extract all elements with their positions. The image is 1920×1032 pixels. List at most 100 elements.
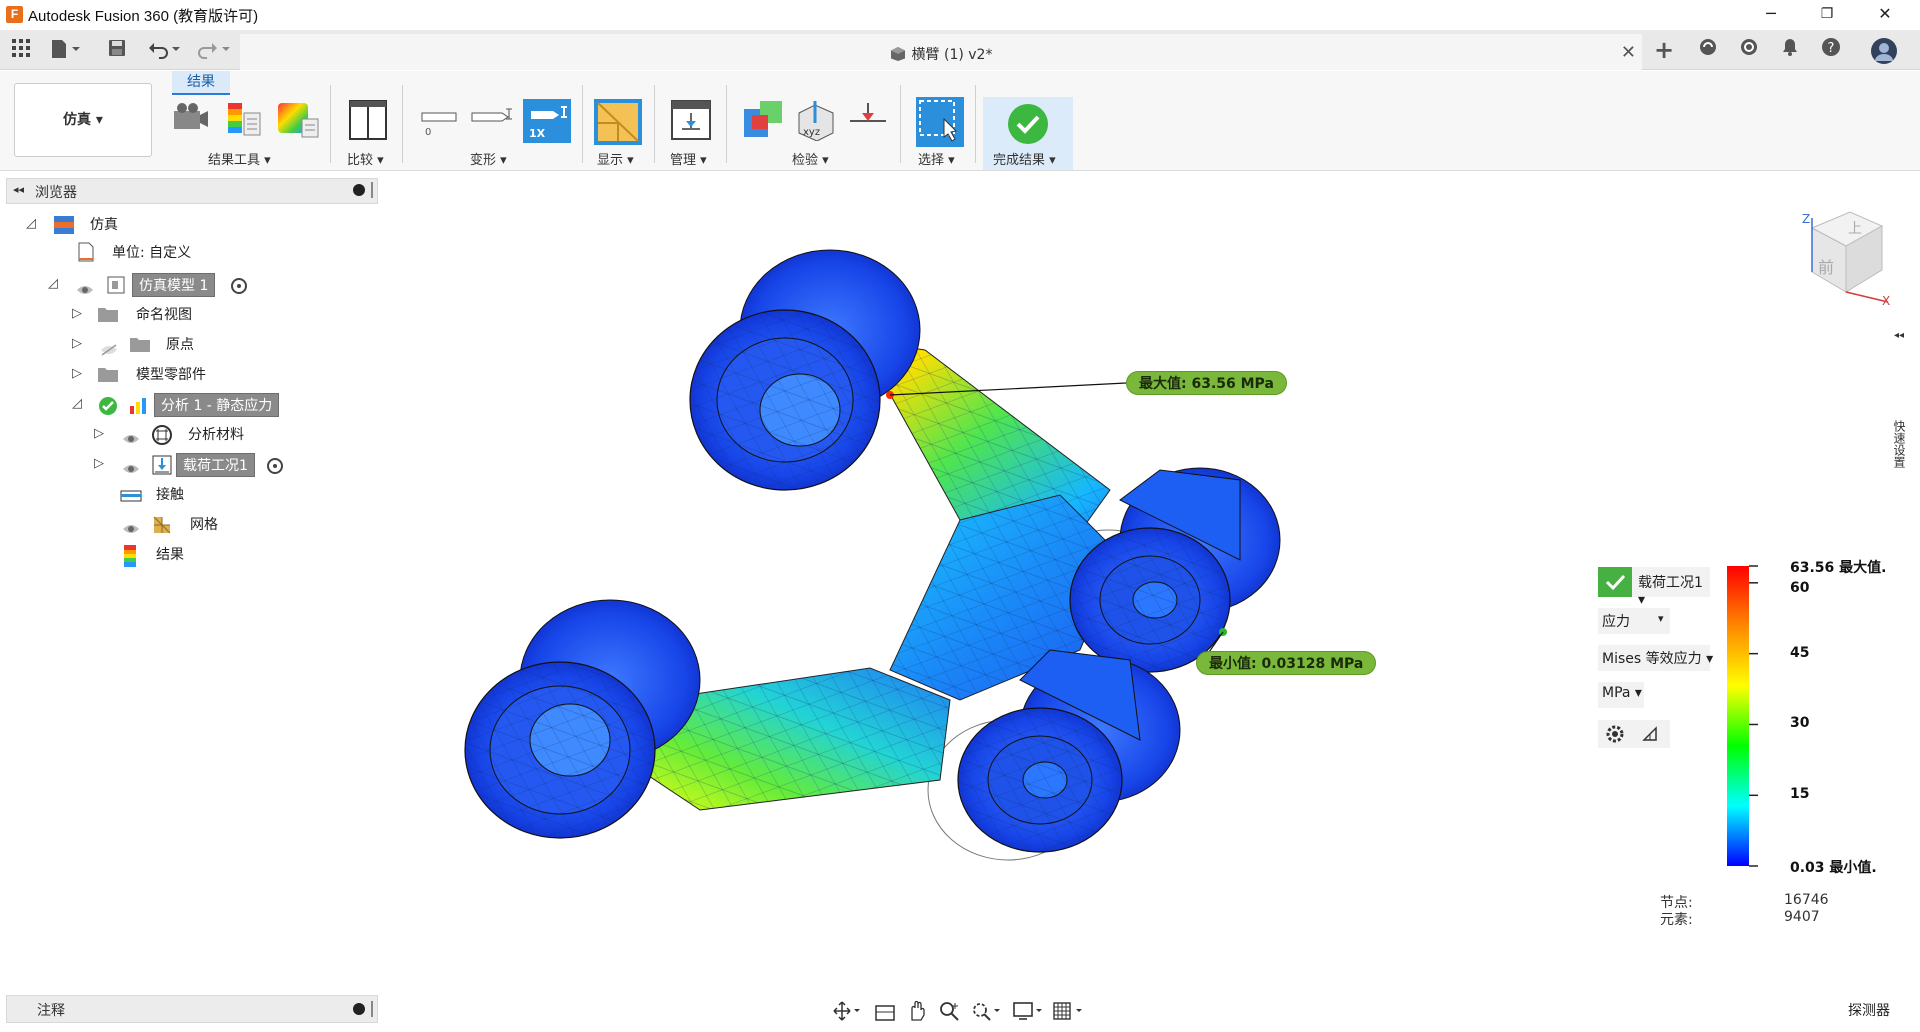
probe-icon[interactable]	[848, 99, 888, 141]
comments-resize-handle[interactable]	[371, 1001, 373, 1017]
result-tools-group[interactable]: 结果工具 ▾	[208, 149, 271, 168]
display-settings-nav-icon[interactable]	[1012, 1000, 1046, 1022]
fit-window-icon[interactable]	[970, 1000, 1004, 1022]
activate-radio-icon[interactable]	[267, 458, 283, 474]
collapse-left-icon[interactable]: ◂◂	[13, 183, 24, 196]
tree-item-mesh[interactable]: 网格	[190, 513, 218, 537]
job-status-icon[interactable]	[1735, 37, 1763, 63]
minimize-button[interactable]: ─	[1748, 0, 1794, 30]
tree-item-simulation-model[interactable]: 仿真模型 1	[132, 273, 216, 297]
tree-item-study-materials[interactable]: 分析材料	[188, 423, 244, 447]
browser-resize-handle[interactable]	[371, 182, 373, 198]
undo-icon[interactable]	[148, 39, 184, 61]
material-icon	[152, 425, 172, 445]
orbit-icon[interactable]	[832, 1000, 862, 1022]
tree-expand-arrow[interactable]: ▷	[72, 366, 82, 381]
result-surface-icon[interactable]	[276, 99, 319, 141]
compare-icon[interactable]	[348, 99, 388, 141]
comments-panel-header[interactable]: 注释	[6, 995, 378, 1023]
inspect-group[interactable]: 检验 ▾	[792, 149, 829, 168]
compare-group[interactable]: 比较 ▾	[347, 149, 384, 168]
visibility-eye-icon[interactable]	[122, 460, 140, 473]
hidden-eye-icon[interactable]	[100, 341, 118, 356]
restore-button[interactable]: ❐	[1804, 0, 1850, 30]
tree-item-units[interactable]: 单位: 自定义	[112, 241, 191, 265]
notifications-bell-icon[interactable]	[1776, 37, 1804, 63]
tree-expand-arrow[interactable]: ◿	[48, 276, 58, 291]
select-button[interactable]	[916, 97, 964, 147]
expand-panel-icon[interactable]: ◂◂	[1894, 330, 1904, 341]
comments-toggle-icon[interactable]	[353, 1003, 365, 1015]
result-details-icon[interactable]	[224, 99, 264, 141]
new-tab-button[interactable]: +	[1650, 37, 1678, 63]
finish-results-button[interactable]: 完成结果 ▾	[983, 97, 1073, 170]
close-tab-button[interactable]: ✕	[1621, 42, 1636, 63]
stress-component-dropdown[interactable]: Mises 等效应力 ▾	[1598, 645, 1713, 671]
help-icon[interactable]: ?	[1817, 37, 1845, 63]
units-document-icon	[76, 242, 96, 262]
tree-item-simulation[interactable]: 仿真	[90, 213, 118, 237]
tree-item-model-components[interactable]: 模型零部件	[136, 363, 206, 387]
tree-expand-arrow[interactable]: ▷	[94, 456, 104, 471]
toolbar-separator	[402, 85, 403, 163]
grid-snaps-icon[interactable]	[1052, 1000, 1086, 1022]
pan-hand-icon[interactable]	[906, 1000, 928, 1022]
display-settings-icon[interactable]	[742, 99, 782, 141]
actual-deform-button[interactable]: 1X	[523, 99, 571, 143]
file-menu-icon[interactable]	[50, 39, 82, 61]
deform-group[interactable]: 变形 ▾	[470, 149, 507, 168]
browser-panel-header[interactable]: ◂◂ 浏览器	[6, 178, 378, 204]
tree-item-load-case[interactable]: 载荷工况1	[176, 453, 255, 477]
display-button[interactable]	[594, 99, 642, 145]
zoom-icon[interactable]	[938, 1000, 960, 1022]
visibility-eye-icon[interactable]	[76, 281, 94, 294]
animate-camera-icon[interactable]	[170, 99, 210, 141]
tree-item-named-views[interactable]: 命名视图	[136, 303, 192, 327]
manage-group[interactable]: 管理 ▾	[670, 149, 707, 168]
undeformed-icon[interactable]: 0	[420, 99, 460, 141]
finish-results-label: 完成结果 ▾	[993, 153, 1056, 168]
tree-item-contacts[interactable]: 接触	[156, 483, 184, 507]
viewcube-front-face[interactable]: 前	[1818, 254, 1834, 278]
close-window-button[interactable]: ✕	[1862, 0, 1908, 30]
visibility-eye-icon[interactable]	[122, 430, 140, 443]
tree-item-study[interactable]: 分析 1 - 静态应力	[154, 393, 280, 417]
folder-icon	[130, 336, 150, 354]
quick-settings-tab[interactable]: 快速设置	[1886, 420, 1908, 500]
deformed-icon[interactable]	[470, 99, 512, 141]
max-value-callout[interactable]: 最大值: 63.56 MPa	[1126, 371, 1287, 395]
load-case-selector[interactable]: 载荷工况1 ▾	[1598, 567, 1710, 608]
tree-expand-arrow[interactable]: ▷	[72, 306, 82, 321]
extensions-icon[interactable]	[1694, 37, 1722, 63]
units-dropdown[interactable]: MPa ▾	[1598, 682, 1644, 708]
app-grid-icon[interactable]	[12, 39, 30, 61]
activate-radio-icon[interactable]	[231, 278, 247, 294]
document-tab[interactable]: 横臂 (1) v2* ✕	[240, 34, 1642, 70]
tree-item-results[interactable]: 结果	[156, 543, 184, 567]
min-value-callout[interactable]: 最小值: 0.03128 MPa	[1196, 651, 1377, 675]
legend-resize-icon[interactable]	[1640, 724, 1660, 744]
browser-minimize-icon[interactable]	[353, 184, 365, 196]
visibility-eye-icon[interactable]	[122, 520, 140, 533]
user-avatar[interactable]	[1870, 37, 1898, 64]
tab-results[interactable]: 结果	[172, 71, 230, 95]
tree-expand-arrow[interactable]: ◿	[72, 396, 82, 411]
tree-expand-arrow[interactable]: ◿	[26, 216, 36, 231]
look-at-icon[interactable]	[874, 1000, 896, 1022]
viewcube-top-face[interactable]: 上	[1848, 218, 1862, 238]
display-group[interactable]: 显示 ▾	[597, 149, 634, 168]
inspect-icon[interactable]: xyz	[795, 99, 835, 142]
viewcube[interactable]: Z X 前 上	[1790, 206, 1890, 310]
tree-item-origin[interactable]: 原点	[166, 333, 194, 357]
tree-expand-arrow[interactable]: ▷	[72, 336, 82, 351]
gear-icon[interactable]	[1604, 724, 1626, 744]
redo-icon[interactable]	[198, 39, 234, 61]
window-titlebar: F Autodesk Fusion 360 (教育版许可) ─ ❐ ✕	[0, 0, 1920, 30]
result-type-dropdown[interactable]: 应力 ▾	[1598, 608, 1670, 634]
inspector-label[interactable]: 探测器	[1848, 1000, 1890, 1020]
save-icon[interactable]	[108, 39, 126, 61]
select-group[interactable]: 选择 ▾	[918, 149, 955, 168]
tree-expand-arrow[interactable]: ▷	[94, 426, 104, 441]
workspace-switcher-button[interactable]: 仿真 ▾	[14, 83, 152, 157]
manage-icon[interactable]	[670, 99, 711, 141]
